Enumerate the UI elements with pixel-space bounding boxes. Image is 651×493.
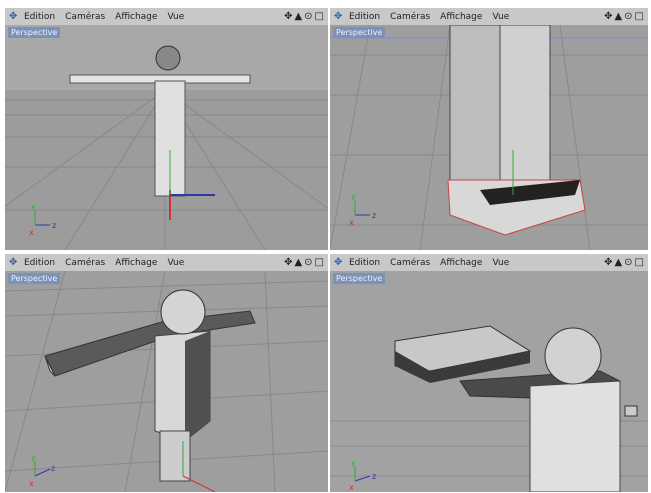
viewport-bottom-right[interactable]: ✥ Edition Caméras Affichage Vue ✥ ▲ ⊙ □ z y… — [330, 254, 648, 492]
move-icon[interactable]: ✥ — [284, 11, 292, 22]
rotate-icon[interactable]: ▲ — [294, 257, 302, 268]
viewport-canvas[interactable]: z y x — [330, 271, 648, 492]
menu-edition[interactable]: Edition — [24, 12, 55, 22]
camera-axis-icon[interactable]: ✥ — [9, 257, 19, 268]
axis-label-z: z — [372, 472, 376, 481]
camera-label[interactable]: Perspective — [8, 27, 61, 38]
zoom-icon[interactable]: ⊙ — [624, 257, 632, 268]
viewport-canvas[interactable]: z y x — [330, 25, 648, 250]
rotate-icon[interactable]: ▲ — [294, 11, 302, 22]
move-icon[interactable]: ✥ — [284, 257, 292, 268]
scene-perspective: z y x — [5, 271, 328, 492]
viewport-canvas[interactable]: z y x — [5, 25, 328, 250]
axis-label-z: z — [52, 221, 56, 230]
axis-label-x: x — [29, 479, 34, 488]
maximize-icon[interactable]: □ — [635, 257, 644, 268]
viewport-menubar: ✥ Edition Caméras Affichage Vue ✥ ▲ ⊙ □ — [330, 254, 648, 271]
move-icon[interactable]: ✥ — [604, 11, 612, 22]
axis-label-z: z — [51, 464, 55, 473]
axis-label-y: y — [31, 202, 36, 211]
menu-vue[interactable]: Vue — [492, 258, 509, 268]
zoom-icon[interactable]: ⊙ — [624, 11, 632, 22]
menu-cameras[interactable]: Caméras — [390, 12, 430, 22]
camera-label[interactable]: Perspective — [8, 273, 61, 284]
axis-label-x: x — [349, 218, 354, 227]
viewport-top-right[interactable]: ✥ Edition Caméras Affichage Vue ✥ ▲ ⊙ □ z y… — [330, 8, 648, 250]
axis-label-x: x — [29, 228, 34, 237]
menu-vue[interactable]: Vue — [167, 12, 184, 22]
camera-label[interactable]: Perspective — [333, 273, 386, 284]
zoom-icon[interactable]: ⊙ — [304, 11, 312, 22]
viewport-menubar: ✥ Edition Caméras Affichage Vue ✥ ▲ ⊙ □ — [330, 8, 648, 25]
menu-edition[interactable]: Edition — [349, 258, 380, 268]
menu-affichage[interactable]: Affichage — [115, 12, 157, 22]
menu-affichage[interactable]: Affichage — [440, 258, 482, 268]
viewport-menubar: ✥ Edition Caméras Affichage Vue ✥ ▲ ⊙ □ — [5, 8, 328, 25]
viewport-bottom-left[interactable]: ✥ Edition Caméras Affichage Vue ✥ ▲ ⊙ □ z y… — [5, 254, 328, 492]
axis-label-z: z — [372, 211, 376, 220]
camera-axis-icon[interactable]: ✥ — [334, 11, 344, 22]
scene-leg-closeup: z y x — [330, 25, 648, 250]
menu-vue[interactable]: Vue — [167, 258, 184, 268]
viewport-top-left[interactable]: ✥ Edition Caméras Affichage Vue ✥ ▲ ⊙ □ z y… — [5, 8, 328, 250]
menu-vue[interactable]: Vue — [492, 12, 509, 22]
scene-front: z y x — [5, 25, 328, 250]
camera-axis-icon[interactable]: ✥ — [334, 257, 344, 268]
move-icon[interactable]: ✥ — [604, 257, 612, 268]
viewport-canvas[interactable]: z y x — [5, 271, 328, 492]
menu-affichage[interactable]: Affichage — [440, 12, 482, 22]
maximize-icon[interactable]: □ — [315, 257, 324, 268]
scene-arm-closeup: z y x — [330, 271, 648, 492]
maximize-icon[interactable]: □ — [635, 11, 644, 22]
camera-axis-icon[interactable]: ✥ — [9, 11, 19, 22]
menu-cameras[interactable]: Caméras — [65, 12, 105, 22]
menu-cameras[interactable]: Caméras — [390, 258, 430, 268]
rotate-icon[interactable]: ▲ — [614, 11, 622, 22]
menu-cameras[interactable]: Caméras — [65, 258, 105, 268]
menu-edition[interactable]: Edition — [349, 12, 380, 22]
axis-label-x: x — [349, 483, 354, 492]
camera-label[interactable]: Perspective — [333, 27, 386, 38]
axis-label-y: y — [31, 453, 36, 462]
axis-label-y: y — [351, 458, 356, 467]
zoom-icon[interactable]: ⊙ — [304, 257, 312, 268]
menu-edition[interactable]: Edition — [24, 258, 55, 268]
rotate-icon[interactable]: ▲ — [614, 257, 622, 268]
axis-label-y: y — [351, 192, 356, 201]
menu-affichage[interactable]: Affichage — [115, 258, 157, 268]
maximize-icon[interactable]: □ — [315, 11, 324, 22]
viewport-menubar: ✥ Edition Caméras Affichage Vue ✥ ▲ ⊙ □ — [5, 254, 328, 271]
